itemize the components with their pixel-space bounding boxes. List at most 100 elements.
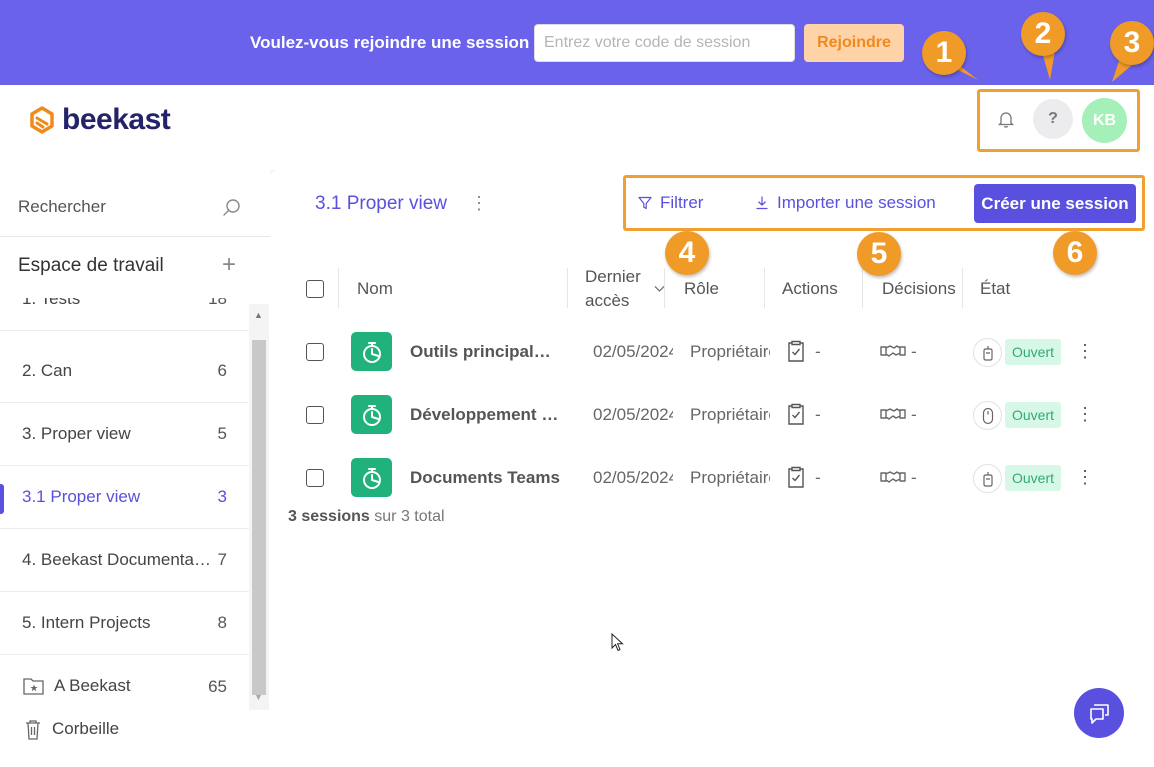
status-text: Ouvert bbox=[1012, 344, 1055, 360]
status-badge: Ouvert bbox=[1005, 402, 1061, 428]
session-timer-icon bbox=[351, 458, 392, 497]
session-role: Propriétaire bbox=[690, 468, 770, 487]
search-icon[interactable] bbox=[222, 198, 242, 218]
column-header-actions[interactable]: Actions bbox=[782, 279, 838, 299]
session-timer-icon bbox=[351, 332, 392, 371]
handshake-icon bbox=[880, 471, 906, 483]
sidebar-divider bbox=[0, 236, 270, 237]
chat-support-button[interactable] bbox=[1074, 688, 1124, 738]
handshake-icon bbox=[880, 345, 906, 357]
current-folder-title: 3.1 Proper view bbox=[315, 193, 448, 214]
chat-icon bbox=[1090, 704, 1109, 724]
column-divider bbox=[962, 268, 963, 308]
clipboard-check-icon bbox=[788, 403, 804, 425]
session-role: Propriétaire bbox=[690, 342, 770, 361]
scroll-up-icon[interactable]: ▲ bbox=[254, 310, 263, 320]
status-badge: Ouvert bbox=[1005, 339, 1061, 365]
sidebar-item-label: 3.1 Proper view bbox=[22, 487, 141, 506]
row-menu-icon[interactable]: ⋮ bbox=[1076, 468, 1094, 486]
row-menu-icon[interactable]: ⋮ bbox=[1076, 405, 1094, 423]
column-divider bbox=[338, 268, 339, 308]
logo-text: beekast bbox=[62, 103, 171, 136]
decisions-value: - bbox=[911, 405, 917, 424]
sidebar-item-tests[interactable]: 1. Tests 18 bbox=[0, 298, 249, 331]
window-right-edge bbox=[1144, 85, 1154, 767]
sidebar-item-label: 5. Intern Projects bbox=[22, 613, 151, 632]
annotation-marker-1: 1 bbox=[922, 31, 966, 75]
column-divider bbox=[664, 268, 665, 308]
status-text: Ouvert bbox=[1012, 407, 1055, 423]
row-checkbox[interactable] bbox=[306, 406, 324, 424]
session-date: 02/05/2024 bbox=[593, 468, 673, 487]
handshake-icon bbox=[880, 408, 906, 420]
column-header-last-access-line2[interactable]: accès bbox=[585, 291, 629, 311]
sidebar-item-proper-view[interactable]: 3. Proper view 5 bbox=[0, 403, 249, 466]
session-date: 02/05/2024 bbox=[593, 405, 673, 424]
trash-icon bbox=[26, 720, 40, 740]
annotation-marker-4: 4 bbox=[665, 231, 709, 275]
sessions-total-rest: sur 3 total bbox=[369, 508, 445, 525]
session-date: 02/05/2024 bbox=[593, 342, 673, 361]
annotation-pointers bbox=[955, 45, 1138, 82]
session-role: Propriétaire bbox=[690, 405, 770, 424]
actions-value: - bbox=[815, 405, 821, 424]
clipboard-check-icon bbox=[788, 466, 804, 488]
beekast-logo-icon bbox=[30, 106, 54, 134]
select-all-checkbox[interactable] bbox=[306, 280, 324, 298]
column-header-last-access-line1[interactable]: Dernier bbox=[585, 267, 641, 287]
sidebar-item-proper-view-3-1[interactable]: 3.1 Proper view 3 bbox=[0, 466, 249, 529]
sessions-total-count: 3 sessions bbox=[288, 508, 370, 525]
scroll-down-icon[interactable]: ▼ bbox=[254, 692, 263, 702]
status-text: Ouvert bbox=[1012, 470, 1055, 486]
sidebar-item-count: 3 bbox=[217, 487, 227, 506]
session-name[interactable]: Développement interne bbox=[410, 405, 560, 425]
column-header-role[interactable]: Rôle bbox=[684, 279, 719, 299]
row-checkbox[interactable] bbox=[306, 343, 324, 361]
sidebar-item-count: 18 bbox=[208, 298, 227, 308]
sidebar-item-intern-projects[interactable]: 5. Intern Projects 8 bbox=[0, 592, 249, 655]
sidebar-item-count: 5 bbox=[217, 424, 227, 443]
session-timer-icon bbox=[351, 395, 392, 434]
sidebar-search-label[interactable]: Rechercher bbox=[18, 197, 106, 217]
starred-folder-icon bbox=[23, 678, 44, 695]
annotation-marker-6: 6 bbox=[1053, 231, 1097, 275]
state-device-icon bbox=[973, 338, 1002, 367]
annotation-marker-2: 2 bbox=[1021, 12, 1065, 56]
column-header-name[interactable]: Nom bbox=[357, 279, 393, 299]
sidebar-item-label: 2. Can bbox=[22, 361, 73, 380]
decisions-value: - bbox=[911, 468, 917, 487]
row-menu-icon[interactable]: ⋮ bbox=[1076, 342, 1094, 360]
sidebar-item-count: 8 bbox=[217, 613, 227, 632]
beekast-logo[interactable]: beekast bbox=[28, 103, 171, 137]
sessions-total: 3 sessions sur 3 total bbox=[288, 508, 445, 526]
column-divider bbox=[567, 268, 568, 308]
actions-value: - bbox=[815, 468, 821, 487]
favorites-count: 65 bbox=[208, 677, 227, 696]
column-header-state[interactable]: État bbox=[980, 279, 1010, 299]
sidebar-item-can[interactable]: 2. Can 6 bbox=[0, 340, 249, 403]
column-header-decisions[interactable]: Décisions bbox=[882, 279, 956, 299]
add-workspace-icon[interactable]: + bbox=[222, 253, 236, 277]
sidebar-item-count: 6 bbox=[217, 361, 227, 380]
actions-value: - bbox=[815, 342, 821, 361]
scrollbar-thumb[interactable] bbox=[252, 340, 266, 695]
sidebar-item-label: 4. Beekast Documentation bbox=[22, 550, 212, 569]
sidebar-item-trash[interactable]: Corbeille bbox=[22, 718, 119, 740]
annotation-highlight-toolbar bbox=[623, 175, 1145, 231]
state-mouse-icon bbox=[973, 401, 1002, 430]
folder-menu-icon[interactable]: ⋮ bbox=[470, 194, 488, 212]
sidebar-item-favorites[interactable]: A Beekast bbox=[22, 676, 131, 696]
decisions-value: - bbox=[911, 342, 917, 361]
workspace-list: 1. Tests 18 2. Can 6 3. Proper view 5 3.… bbox=[0, 298, 249, 655]
session-name[interactable]: Outils principales de Teams bbox=[410, 342, 560, 362]
favorites-label: A Beekast bbox=[54, 676, 131, 695]
trash-label: Corbeille bbox=[52, 719, 120, 738]
workspace-title: Espace de travail bbox=[18, 255, 164, 276]
session-name[interactable]: Documents Teams bbox=[410, 468, 560, 488]
sidebar-item-beekast-documentation[interactable]: 4. Beekast Documentation 7 bbox=[0, 529, 249, 592]
column-divider bbox=[862, 268, 863, 308]
row-checkbox[interactable] bbox=[306, 469, 324, 487]
sidebar-scrollbar[interactable]: ▲ ▼ bbox=[249, 304, 269, 710]
annotation-marker-5: 5 bbox=[857, 232, 901, 276]
status-badge: Ouvert bbox=[1005, 465, 1061, 491]
